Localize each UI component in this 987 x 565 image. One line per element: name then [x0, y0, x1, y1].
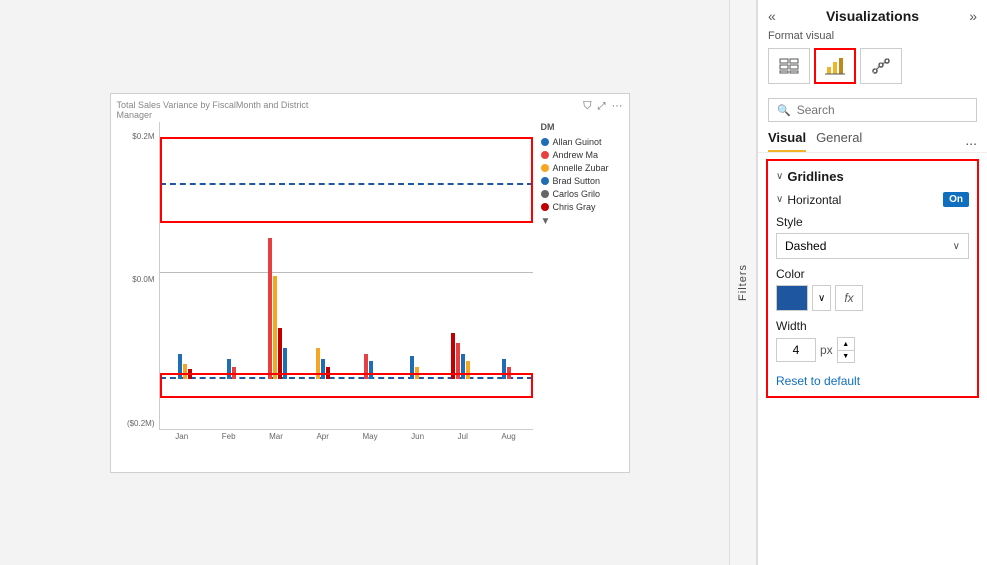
legend-item: Carlos Grilo — [541, 189, 623, 199]
chart-legend: DM Allan Guinot Andrew Ma Annelle Zubar — [533, 122, 623, 448]
horizontal-subsection: ∨ Horizontal On Style Dashed ∨ — [776, 192, 969, 388]
gridlines-title: Gridlines — [787, 169, 843, 184]
reset-to-default-link[interactable]: Reset to default — [776, 374, 860, 388]
x-axis: Jan Feb Mar Apr May Jun Jul Aug — [159, 430, 533, 448]
x-label: Jul — [458, 432, 468, 448]
x-label: Jun — [411, 432, 424, 448]
style-select[interactable]: Dashed ∨ — [776, 233, 969, 259]
filters-label: Filters — [737, 264, 749, 301]
style-prop: Style Dashed ∨ — [776, 215, 969, 259]
x-label: Aug — [501, 432, 515, 448]
expand-right-icon[interactable]: » — [969, 8, 977, 24]
y-label-mid: $0.0M — [117, 275, 155, 284]
x-label: Jan — [175, 432, 188, 448]
filter-icon[interactable]: ⛉ — [583, 100, 591, 113]
style-label: Style — [776, 215, 969, 229]
x-label: May — [362, 432, 377, 448]
chart-title: Total Sales Variance by FiscalMonth and … — [117, 100, 337, 120]
legend-item: Brad Sutton — [541, 176, 623, 186]
legend-item: Andrew Ma — [541, 150, 623, 160]
chevron-down-icon: ∨ — [776, 171, 783, 182]
legend-item: Chris Gray — [541, 202, 623, 212]
legend-item: Annelle Zubar — [541, 163, 623, 173]
expand-icon[interactable]: ⤢ — [598, 101, 606, 112]
x-label: Mar — [269, 432, 283, 448]
y-axis: $0.2M $0.0M ($0.2M) — [117, 122, 159, 448]
toggle-on[interactable]: On — [943, 192, 969, 207]
color-swatch[interactable] — [776, 285, 808, 311]
horizontal-title: Horizontal — [787, 193, 841, 207]
color-prop: Color ∨ fx — [776, 267, 969, 311]
fx-button[interactable]: fx — [835, 285, 862, 311]
chart-container: Total Sales Variance by FiscalMonth and … — [110, 93, 630, 473]
width-stepper[interactable]: ▲ ▼ — [837, 337, 855, 363]
horizontal-chevron-icon: ∨ — [776, 194, 783, 205]
search-input[interactable] — [797, 103, 968, 117]
tab-general[interactable]: General — [816, 130, 862, 152]
scroll-down[interactable]: ▼ — [541, 216, 623, 227]
width-increment[interactable]: ▲ — [838, 338, 854, 350]
legend-title: DM — [541, 122, 623, 132]
filters-sidebar: Filters — [729, 0, 757, 565]
chart-area: Total Sales Variance by FiscalMonth and … — [0, 0, 729, 565]
tab-visual[interactable]: Visual — [768, 130, 806, 152]
dropdown-chevron-icon: ∨ — [953, 241, 960, 252]
x-label: Apr — [316, 432, 328, 448]
y-label-bot: ($0.2M) — [117, 419, 155, 428]
x-label: Feb — [222, 432, 236, 448]
y-label-top: $0.2M — [117, 132, 155, 141]
style-value: Dashed — [785, 239, 826, 253]
width-prop: Width px ▲ ▼ — [776, 319, 969, 363]
legend-item: Allan Guinot — [541, 137, 623, 147]
more-icon[interactable]: ··· — [612, 100, 623, 112]
chart-header: Total Sales Variance by FiscalMonth and … — [117, 100, 623, 120]
width-input[interactable] — [776, 338, 816, 362]
width-label: Width — [776, 319, 969, 333]
color-label: Color — [776, 267, 969, 281]
collapse-left-icon[interactable]: « — [768, 8, 776, 24]
bar-chart-format-button[interactable] — [814, 48, 856, 84]
search-box[interactable]: 🔍 — [768, 98, 977, 122]
plot-area — [159, 122, 533, 430]
gridlines-section: ∨ Gridlines ∨ Horizontal On Style — [766, 159, 979, 398]
panel-title: Visualizations — [776, 8, 969, 24]
analytics-button[interactable] — [860, 48, 902, 84]
format-visual-label: Format visual — [768, 30, 977, 42]
color-dropdown[interactable]: ∨ — [812, 285, 831, 311]
visualizations-panel: « Visualizations » Format visual — [757, 0, 987, 565]
search-icon: 🔍 — [777, 104, 791, 117]
width-unit: px — [820, 343, 833, 357]
tabs-more-button[interactable]: ... — [965, 132, 977, 151]
width-decrement[interactable]: ▼ — [838, 350, 854, 362]
grid-format-button[interactable] — [768, 48, 810, 84]
section-header: ∨ Gridlines — [776, 169, 969, 184]
